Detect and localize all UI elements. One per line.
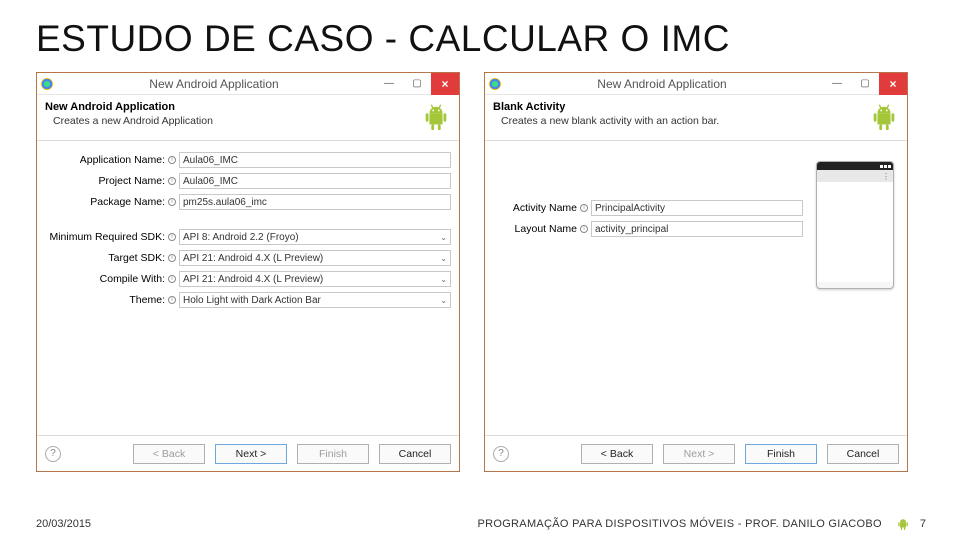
select-value: Holo Light with Dark Action Bar <box>183 295 321 306</box>
select-value: API 21: Android 4.X (L Preview) <box>183 253 323 264</box>
chevron-down-icon: ⌄ <box>440 296 447 305</box>
min-sdk-label: Minimum Required SDK: <box>45 231 167 243</box>
close-button[interactable]: × <box>431 73 459 95</box>
layout-name-input[interactable] <box>591 221 803 237</box>
project-name-label: Project Name: <box>45 175 167 187</box>
next-button[interactable]: Next > <box>215 444 287 464</box>
android-icon <box>869 102 899 132</box>
select-value: API 8: Android 2.2 (Froyo) <box>183 232 299 243</box>
preview-statusbar <box>817 162 893 170</box>
wizard-header-subtitle: Creates a new blank activity with an act… <box>493 115 861 127</box>
info-icon[interactable]: i <box>168 177 176 185</box>
back-button[interactable]: < Back <box>581 444 653 464</box>
app-name-label: Application Name: <box>45 154 167 166</box>
cancel-button[interactable]: Cancel <box>379 444 451 464</box>
back-button[interactable]: < Back <box>133 444 205 464</box>
package-name-label: Package Name: <box>45 196 167 208</box>
project-name-input[interactable] <box>179 173 451 189</box>
layout-name-label: Layout Name <box>493 223 579 235</box>
close-button[interactable]: × <box>879 73 907 95</box>
activity-preview: ⋮ <box>816 161 894 289</box>
info-icon[interactable]: i <box>168 296 176 304</box>
footer-date: 20/03/2015 <box>36 518 91 530</box>
finish-button[interactable]: Finish <box>297 444 369 464</box>
window-title: New Android Application <box>53 77 375 91</box>
target-sdk-select[interactable]: API 21: Android 4.X (L Preview) ⌄ <box>179 250 451 266</box>
chevron-down-icon: ⌄ <box>440 275 447 284</box>
minimize-button[interactable]: — <box>375 73 403 95</box>
info-icon[interactable]: i <box>168 254 176 262</box>
cancel-button[interactable]: Cancel <box>827 444 899 464</box>
wizard-header: New Android Application Creates a new An… <box>37 95 459 141</box>
titlebar: New Android Application — ▢ × <box>37 73 459 95</box>
wizard-button-bar: ? < Back Next > Finish Cancel <box>37 435 459 471</box>
wizard-header-subtitle: Creates a new Android Application <box>45 115 413 127</box>
theme-label: Theme: <box>45 294 167 306</box>
theme-select[interactable]: Holo Light with Dark Action Bar ⌄ <box>179 292 451 308</box>
info-icon[interactable]: i <box>168 275 176 283</box>
maximize-button[interactable]: ▢ <box>403 73 431 95</box>
slide-title: ESTUDO DE CASO - CALCULAR O IMC <box>0 0 960 72</box>
android-icon <box>421 102 451 132</box>
preview-content <box>817 182 893 282</box>
info-icon[interactable]: i <box>580 204 588 212</box>
android-icon <box>896 517 910 531</box>
info-icon[interactable]: i <box>168 233 176 241</box>
app-name-input[interactable] <box>179 152 451 168</box>
wizard-button-bar: ? < Back Next > Finish Cancel <box>485 435 907 471</box>
compile-with-select[interactable]: API 21: Android 4.X (L Preview) ⌄ <box>179 271 451 287</box>
info-icon[interactable]: i <box>580 225 588 233</box>
footer-page-number: 7 <box>920 518 926 530</box>
slide-footer: 20/03/2015 PROGRAMAÇÃO PARA DISPOSITIVOS… <box>0 517 960 531</box>
next-button[interactable]: Next > <box>663 444 735 464</box>
eclipse-icon <box>489 78 501 90</box>
select-value: API 21: Android 4.X (L Preview) <box>183 274 323 285</box>
chevron-down-icon: ⌄ <box>440 254 447 263</box>
min-sdk-select[interactable]: API 8: Android 2.2 (Froyo) ⌄ <box>179 229 451 245</box>
activity-name-label: Activity Name <box>493 202 579 214</box>
info-icon[interactable]: i <box>168 156 176 164</box>
wizard-header-title: Blank Activity <box>493 101 861 113</box>
footer-course: PROGRAMAÇÃO PARA DISPOSITIVOS MÓVEIS - P… <box>477 518 881 530</box>
package-name-input[interactable] <box>179 194 451 210</box>
finish-button[interactable]: Finish <box>745 444 817 464</box>
maximize-button[interactable]: ▢ <box>851 73 879 95</box>
activity-name-input[interactable] <box>591 200 803 216</box>
window-title: New Android Application <box>501 77 823 91</box>
preview-actionbar: ⋮ <box>817 170 893 182</box>
info-icon[interactable]: i <box>168 198 176 206</box>
wizard-header: Blank Activity Creates a new blank activ… <box>485 95 907 141</box>
wizard-window-right: New Android Application — ▢ × Blank Acti… <box>484 72 908 472</box>
help-button[interactable]: ? <box>493 446 509 462</box>
wizard-header-title: New Android Application <box>45 101 413 113</box>
minimize-button[interactable]: — <box>823 73 851 95</box>
titlebar: New Android Application — ▢ × <box>485 73 907 95</box>
wizard-window-left: New Android Application — ▢ × New Androi… <box>36 72 460 472</box>
target-sdk-label: Target SDK: <box>45 252 167 264</box>
compile-with-label: Compile With: <box>45 273 167 285</box>
eclipse-icon <box>41 78 53 90</box>
chevron-down-icon: ⌄ <box>440 233 447 242</box>
help-button[interactable]: ? <box>45 446 61 462</box>
